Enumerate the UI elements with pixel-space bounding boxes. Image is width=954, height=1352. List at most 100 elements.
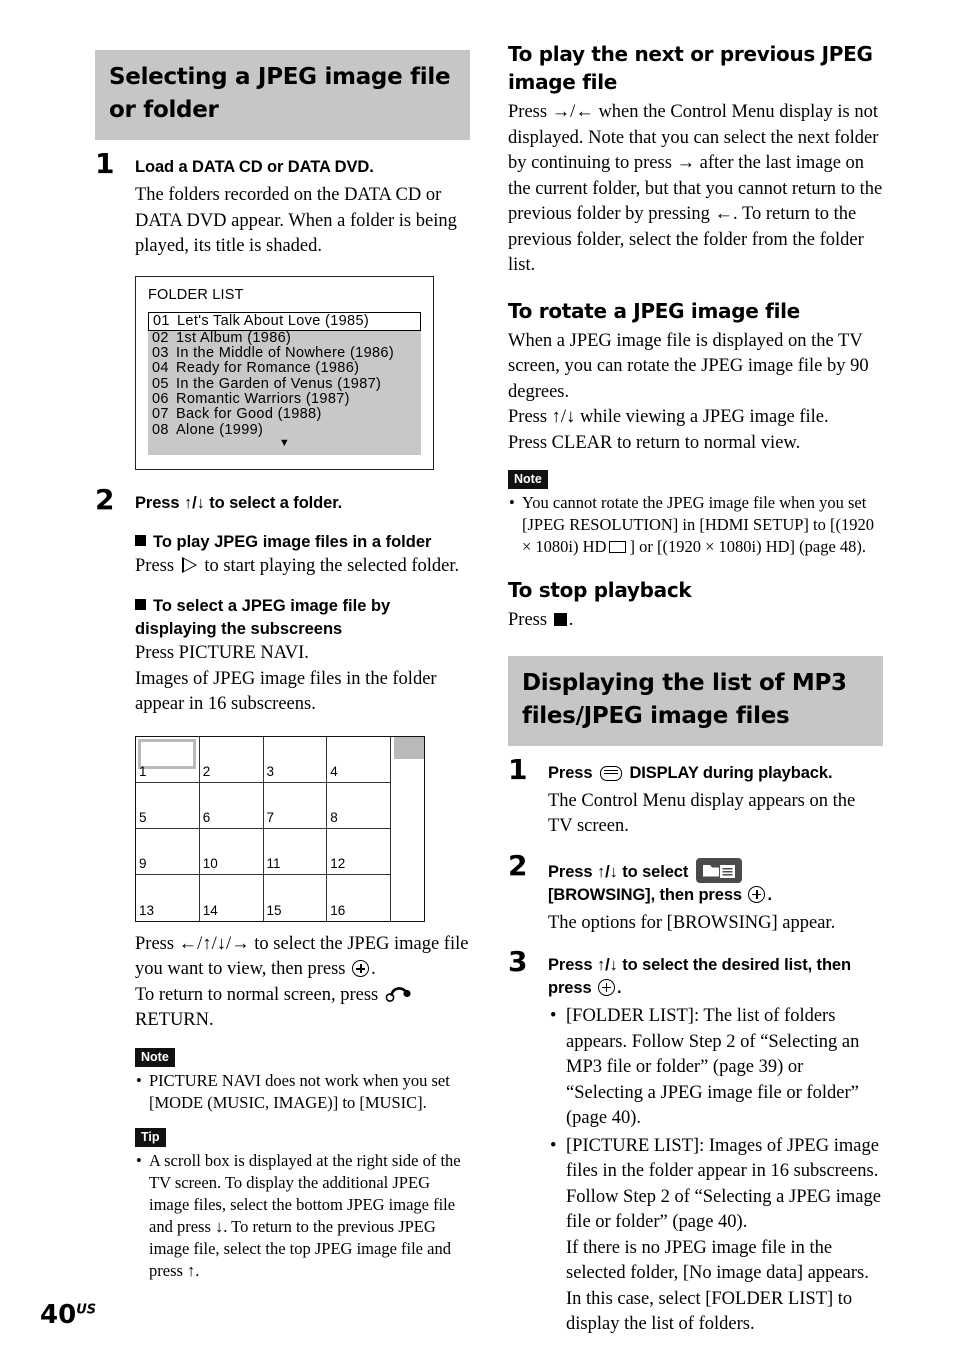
body-stop-playback: Press .	[508, 608, 883, 634]
step-1-load-disc: 1 Load a DATA CD or DATA DVD. The folder…	[95, 150, 470, 470]
section-banner-display-list: Displaying the list of MP3 files/JPEG im…	[508, 655, 883, 746]
period: .	[568, 610, 574, 630]
press-label: Press ↑/↓ to select	[548, 862, 689, 881]
cell-number: 15	[266, 902, 282, 918]
manual-page: Selecting a JPEG image file or folder 1 …	[0, 0, 954, 1352]
tip-body: A scroll box is displayed at the right s…	[135, 1150, 470, 1282]
scroll-box	[391, 736, 424, 921]
folder-name: Ready for Romance (1986)	[176, 360, 360, 377]
folder-name: Romantic Warriors (1987)	[176, 390, 350, 407]
list-item: 01 Let's Talk About Love (1985)	[148, 311, 421, 331]
step-number: 1	[508, 752, 528, 786]
folder-index: 06	[152, 390, 169, 407]
folder-name: In the Middle of Nowhere (1986)	[176, 345, 394, 362]
picture-navi-instruction: Press PICTURE NAVI.	[135, 643, 309, 664]
list-item: 06 Romantic Warriors (1987)	[148, 390, 421, 407]
step-body: The options for [BROWSING] appear.	[548, 912, 836, 933]
note-badge: Note	[135, 1047, 175, 1067]
subscreen-cell: 13	[136, 874, 200, 921]
tip-badge: Tip	[135, 1127, 166, 1147]
note-badge: Note	[508, 470, 548, 489]
grid-caption-select: Press ←/↑/↓/→ to select the JPEG image f…	[135, 932, 470, 983]
subhead-select-by-subscreens: To select a JPEG image file by displayin…	[135, 595, 470, 641]
step-number: 1	[95, 147, 115, 180]
subscreen-grid: 1 2 3 4 5 6 7 8 9 10 11 12 13 14 15 16	[136, 736, 391, 921]
cell-number: 10	[202, 855, 218, 871]
list-options: [FOLDER LIST]: The list of folders appea…	[548, 1004, 883, 1338]
folder-name: 1st Album (1986)	[176, 329, 292, 346]
subhead-play-jpeg-in-folder: To play JPEG image files in a folder	[135, 531, 470, 554]
folder-index: 07	[152, 406, 169, 423]
tip-scroll-box: Tip A scroll box is displayed at the rig…	[135, 1127, 470, 1282]
cell-number: 8	[330, 809, 338, 825]
display-instruction: DISPLAY during playback.	[629, 763, 833, 782]
grid-caption-return: To return to normal screen, press RETURN…	[135, 983, 470, 1034]
return-icon	[385, 986, 413, 1003]
subscreen-cell: 5	[136, 782, 200, 829]
scroll-thumb	[394, 736, 424, 759]
press-label: Press	[548, 763, 593, 782]
folder-index: 04	[152, 360, 169, 377]
folder-index: 02	[152, 329, 169, 346]
page-region-suffix: US	[76, 1302, 97, 1318]
page-number-value: 40	[40, 1300, 77, 1330]
step-3-select-list: 3 Press ↑/↓ to select the desired list, …	[508, 948, 883, 1338]
left-column: Selecting a JPEG image file or folder 1 …	[95, 50, 470, 1282]
press-instruction: to start playing the selected folder.	[204, 555, 460, 576]
enter-icon	[352, 960, 370, 978]
subscreen-cell: 3	[263, 736, 328, 783]
page-number: 40US	[40, 1300, 96, 1330]
note-picture-navi: Note PICTURE NAVI does not work when you…	[135, 1047, 470, 1114]
body-play-next-previous: Press →/← when the Control Menu display …	[508, 102, 883, 275]
subscreen-cell: 11	[263, 828, 328, 875]
section-banner-jpeg-select: Selecting a JPEG image file or folder	[95, 50, 470, 140]
scroll-down-caret-icon: ▼	[278, 436, 291, 449]
subscreen-cell: 1	[136, 736, 200, 783]
body-rotate-3: Press CLEAR to return to normal view.	[508, 432, 801, 453]
play-icon	[181, 556, 197, 573]
subscreen-cell: 12	[327, 828, 391, 875]
step-body: The Control Menu display appears on the …	[548, 790, 856, 837]
subscreen-cell: 10	[199, 828, 264, 875]
step-title: Press DISPLAY during playback.	[548, 762, 883, 785]
cell-number: 3	[266, 763, 275, 779]
caption-text: To return to normal screen, press	[135, 984, 379, 1005]
cell-number: 2	[202, 763, 211, 779]
display-icon	[599, 765, 622, 781]
subscreen-cell: 15	[264, 874, 328, 921]
enter-icon	[598, 979, 616, 996]
list-item: 05 In the Garden of Venus (1987)	[148, 376, 421, 392]
cell-number: 9	[139, 855, 147, 871]
list-item: [PICTURE LIST]: Images of JPEG image fil…	[548, 1134, 883, 1338]
cell-number: 7	[266, 809, 275, 825]
body-rotate-2: Press ↑/↓ while viewing a JPEG image fil…	[508, 407, 829, 427]
list-item: [FOLDER LIST]: The list of folders appea…	[548, 1004, 883, 1132]
cell-number: 16	[330, 902, 346, 918]
note-text-b: ] or [(1920 × 1080i) HD] (page 48).	[629, 537, 867, 556]
subscreen-cell: 8	[327, 782, 391, 829]
step-2-select-browsing: 2 Press ↑/↓ to select [BROWSING], then p…	[508, 851, 883, 937]
step-2-select-folder: 2 Press ↑/↓ to select a folder. To play …	[95, 485, 470, 1282]
select-list-label: Press ↑/↓ to select the desired list, th…	[548, 956, 851, 997]
subscreen-cell: 6	[199, 782, 264, 829]
enter-icon	[748, 885, 766, 903]
period: .	[767, 885, 772, 904]
step-title: Load a DATA CD or DATA DVD.	[135, 158, 374, 176]
subscreen-cell: 9	[136, 828, 200, 875]
subscreen-cell: 7	[263, 782, 328, 829]
step-body: The folders recorded on the DATA CD or D…	[135, 185, 457, 256]
list-item: 02 1st Album (1986)	[148, 329, 421, 346]
square-bullet-icon	[135, 534, 146, 546]
step-title: Press ↑/↓ to select a folder.	[135, 493, 343, 512]
square-bullet-icon	[135, 599, 146, 611]
subhead-label: To play JPEG image files in a folder	[153, 532, 432, 551]
step-title: Press ↑/↓ to select the desired list, th…	[548, 954, 883, 1000]
folder-list-rows: 01 Let's Talk About Love (1985) 02 1st Alb…	[148, 311, 421, 455]
note-rotate-restriction: Note You cannot rotate the JPEG image fi…	[508, 470, 883, 558]
note-body: You cannot rotate the JPEG image file wh…	[508, 492, 883, 558]
folder-name: Let's Talk About Love (1985)	[177, 312, 370, 329]
right-column: To play the next or previous JPEG image …	[508, 40, 883, 1338]
caption-text: Press ←/↑/↓/→ to select the JPEG image f…	[135, 933, 469, 980]
note-item: PICTURE NAVI does not work when you set …	[135, 1070, 470, 1114]
browsing-label: [BROWSING], then press	[548, 885, 742, 904]
